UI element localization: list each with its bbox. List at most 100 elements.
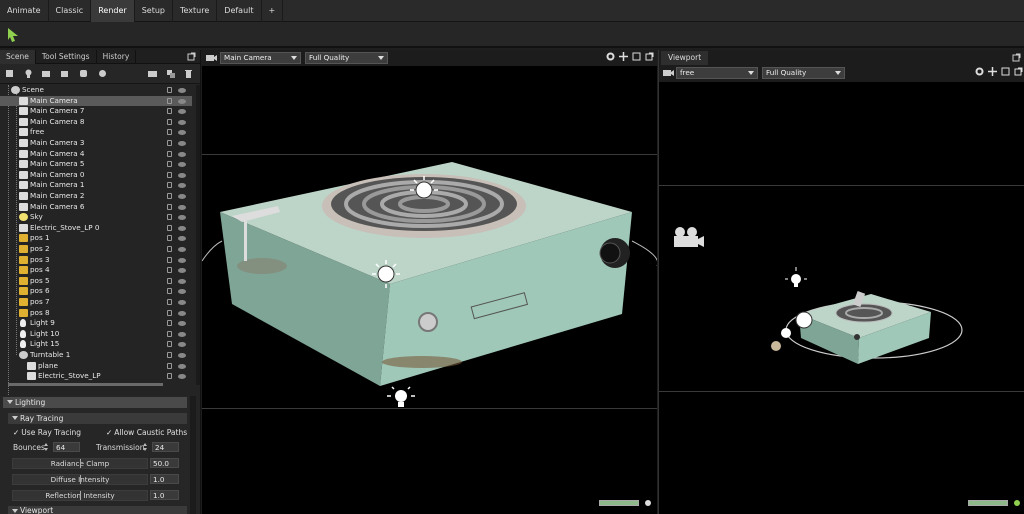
lock-icon[interactable]	[167, 299, 172, 305]
lock-icon[interactable]	[167, 267, 172, 274]
eye-icon[interactable]	[178, 289, 186, 295]
eye-icon[interactable]	[178, 257, 186, 263]
eye-icon[interactable]	[178, 331, 186, 337]
trash-icon[interactable]	[184, 69, 193, 78]
lock-icon[interactable]	[167, 235, 172, 242]
camera-select[interactable]: Main Camera	[220, 52, 301, 64]
lock-icon[interactable]	[167, 203, 172, 210]
eye-icon[interactable]	[178, 225, 186, 231]
popout-icon[interactable]	[1014, 67, 1023, 76]
tree-item[interactable]: Main Camera 1	[0, 180, 192, 191]
eye-icon[interactable]	[178, 194, 186, 199]
tree-item[interactable]: pos 1	[0, 233, 192, 244]
quality-select[interactable]: Full Quality	[762, 67, 845, 79]
lock-icon[interactable]	[167, 118, 172, 125]
popout-icon[interactable]	[1012, 53, 1021, 62]
tab-default[interactable]: Default	[217, 0, 262, 22]
tree-item[interactable]: Electric_Stove_LP	[0, 371, 192, 382]
lock-icon[interactable]	[167, 373, 172, 380]
tab-scene[interactable]: Scene	[0, 50, 36, 64]
tree-item[interactable]: free	[0, 127, 192, 138]
tree-item[interactable]: Main Camera 8	[0, 117, 192, 128]
eye-icon[interactable]	[178, 300, 186, 305]
tree-item[interactable]: Main Camera 2	[0, 191, 192, 202]
lock-icon[interactable]	[167, 193, 172, 199]
secondary-viewport[interactable]: Viewport free Full Quality	[658, 50, 1024, 514]
lock-icon[interactable]	[167, 224, 172, 231]
lock-icon[interactable]	[167, 161, 172, 168]
tree-item[interactable]: Electric_Stove_LP 0	[0, 223, 192, 234]
lock-icon[interactable]	[167, 97, 172, 104]
eye-icon[interactable]	[178, 172, 186, 178]
eye-icon[interactable]	[178, 204, 186, 210]
eye-icon[interactable]	[178, 109, 186, 115]
tree-item[interactable]: Main Camera 3	[0, 138, 192, 149]
lock-icon[interactable]	[167, 309, 172, 316]
lock-icon[interactable]	[167, 277, 172, 284]
add-camera-icon[interactable]	[41, 69, 52, 78]
popout-icon[interactable]	[187, 52, 196, 61]
tree-item[interactable]: pos 2	[0, 244, 192, 255]
lock-icon[interactable]	[167, 87, 172, 93]
tree-item[interactable]: Main Camera 6	[0, 202, 192, 213]
reflection-intensity-slider[interactable]: Reflection Intensity	[12, 490, 148, 501]
eye-icon[interactable]	[178, 247, 186, 252]
viewport-subheader[interactable]: Viewport	[8, 506, 187, 514]
tab-animate[interactable]: Animate	[0, 0, 49, 22]
diffuse-intensity-slider[interactable]: Diffuse Intensity	[12, 474, 148, 485]
eye-icon[interactable]	[178, 98, 186, 104]
tree-item-scene[interactable]: Scene	[0, 85, 192, 96]
tree-item[interactable]: pos 6	[0, 286, 192, 297]
add-object-icon[interactable]	[5, 69, 14, 78]
tree-item[interactable]: pos 4	[0, 265, 192, 276]
lock-icon[interactable]	[167, 256, 172, 263]
lock-icon[interactable]	[167, 352, 172, 358]
tree-item[interactable]: Main Camera	[0, 95, 192, 107]
eye-icon[interactable]	[178, 215, 186, 221]
tree-item[interactable]: Light 9	[0, 318, 192, 329]
radiance-clamp-field[interactable]: 50.0	[150, 458, 179, 468]
eye-icon[interactable]	[178, 151, 186, 157]
add-tab-button[interactable]: +	[262, 0, 284, 22]
tree-item[interactable]: pos 3	[0, 255, 192, 266]
tree-item[interactable]: Sky	[0, 212, 192, 223]
folder-icon[interactable]	[147, 69, 158, 78]
tree-item[interactable]: plane	[0, 361, 192, 372]
lock-icon[interactable]	[167, 288, 172, 295]
frame-icon[interactable]	[632, 52, 641, 61]
eye-icon[interactable]	[178, 374, 186, 380]
lock-icon[interactable]	[167, 214, 172, 221]
tree-item[interactable]: Main Camera 0	[0, 170, 192, 181]
tree-item[interactable]: Main Camera 7	[0, 106, 192, 117]
eye-icon[interactable]	[178, 321, 186, 327]
move-icon[interactable]	[988, 67, 997, 76]
lock-icon[interactable]	[167, 320, 172, 327]
frame-icon[interactable]	[1001, 67, 1010, 76]
eye-icon[interactable]	[178, 342, 186, 348]
eye-icon[interactable]	[178, 141, 186, 146]
eye-icon[interactable]	[178, 130, 186, 136]
eye-icon[interactable]	[178, 119, 186, 125]
add-turntable-icon[interactable]	[98, 69, 107, 78]
tree-vertical-scrollbar[interactable]	[196, 85, 200, 385]
lock-icon[interactable]	[167, 341, 172, 348]
properties-scrollbar[interactable]	[190, 396, 196, 514]
lock-icon[interactable]	[167, 171, 172, 178]
diffuse-intensity-field[interactable]: 1.0	[150, 474, 179, 484]
transmission-field[interactable]: 24	[152, 442, 179, 452]
lighting-section-header[interactable]: Lighting	[3, 397, 187, 408]
move-icon[interactable]	[619, 52, 628, 61]
tree-item[interactable]: Main Camera 4	[0, 149, 192, 160]
tab-tool-settings[interactable]: Tool Settings	[36, 50, 97, 64]
lock-icon[interactable]	[167, 330, 172, 337]
radiance-clamp-slider[interactable]: Radiance Clamp	[12, 458, 148, 469]
bounces-spinner[interactable]	[44, 443, 49, 452]
add-group-icon[interactable]	[79, 69, 88, 78]
main-viewport[interactable]: Main Camera Full Quality	[202, 50, 657, 514]
transmission-spinner[interactable]	[143, 443, 148, 452]
eye-icon[interactable]	[178, 268, 186, 274]
eye-icon[interactable]	[178, 236, 186, 242]
quality-select[interactable]: Full Quality	[305, 52, 388, 64]
tree-item[interactable]: pos 5	[0, 276, 192, 287]
tree-item[interactable]: pos 7	[0, 297, 192, 308]
